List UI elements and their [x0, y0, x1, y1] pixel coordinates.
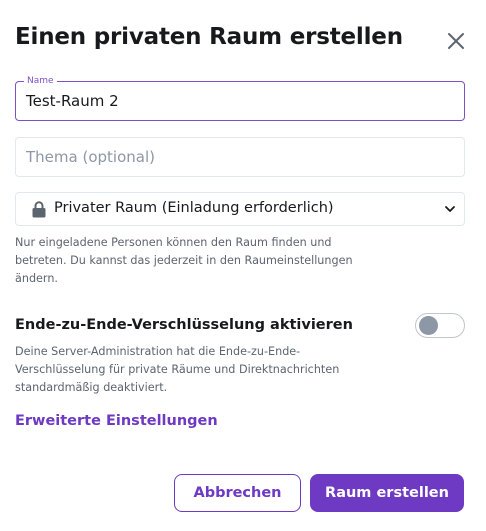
visibility-help-text: Nur eingeladene Personen können den Raum…: [15, 234, 355, 288]
toggle-knob: [419, 316, 438, 335]
chevron-down-icon: [445, 206, 455, 212]
close-icon: [448, 33, 464, 49]
topic-placeholder[interactable]: Thema (optional): [26, 148, 155, 166]
close-button[interactable]: [443, 28, 469, 54]
create-room-button[interactable]: Raum erstellen: [310, 474, 464, 512]
visibility-select[interactable]: Privater Raum (Einladung erforderlich): [15, 192, 465, 226]
topic-field[interactable]: Thema (optional): [15, 137, 465, 177]
room-name-label: Name: [24, 75, 57, 87]
encryption-toggle[interactable]: [415, 313, 465, 338]
help-line: Deine Server-Administration hat die Ende…: [15, 345, 301, 358]
dialog-title: Einen privaten Raum erstellen: [15, 24, 403, 50]
visibility-selected-value: Privater Raum (Einladung erforderlich): [54, 200, 334, 216]
help-line: standardmäßig deaktiviert.: [15, 381, 168, 394]
lock-icon: [32, 201, 46, 218]
encryption-toggle-label: Ende-zu-Ende-Verschlüsselung aktivieren: [15, 317, 353, 333]
help-line: Verschlüsselung für private Räume und Di…: [15, 363, 340, 376]
encryption-help-text: Deine Server-Administration hat die Ende…: [15, 343, 355, 397]
help-line: ändern.: [15, 272, 58, 285]
cancel-button[interactable]: Abbrechen: [174, 474, 301, 512]
room-name-field[interactable]: Name Test-Raum 2: [15, 75, 465, 121]
advanced-settings-link[interactable]: Erweiterte Einstellungen: [15, 413, 218, 429]
room-name-input[interactable]: Test-Raum 2: [26, 92, 119, 110]
help-line: Nur eingeladene Personen können den Raum…: [15, 236, 332, 249]
create-room-dialog: Einen privaten Raum erstellen Name Test-…: [0, 0, 486, 531]
help-line: betreten. Du kannst das jederzeit in den…: [15, 254, 353, 267]
